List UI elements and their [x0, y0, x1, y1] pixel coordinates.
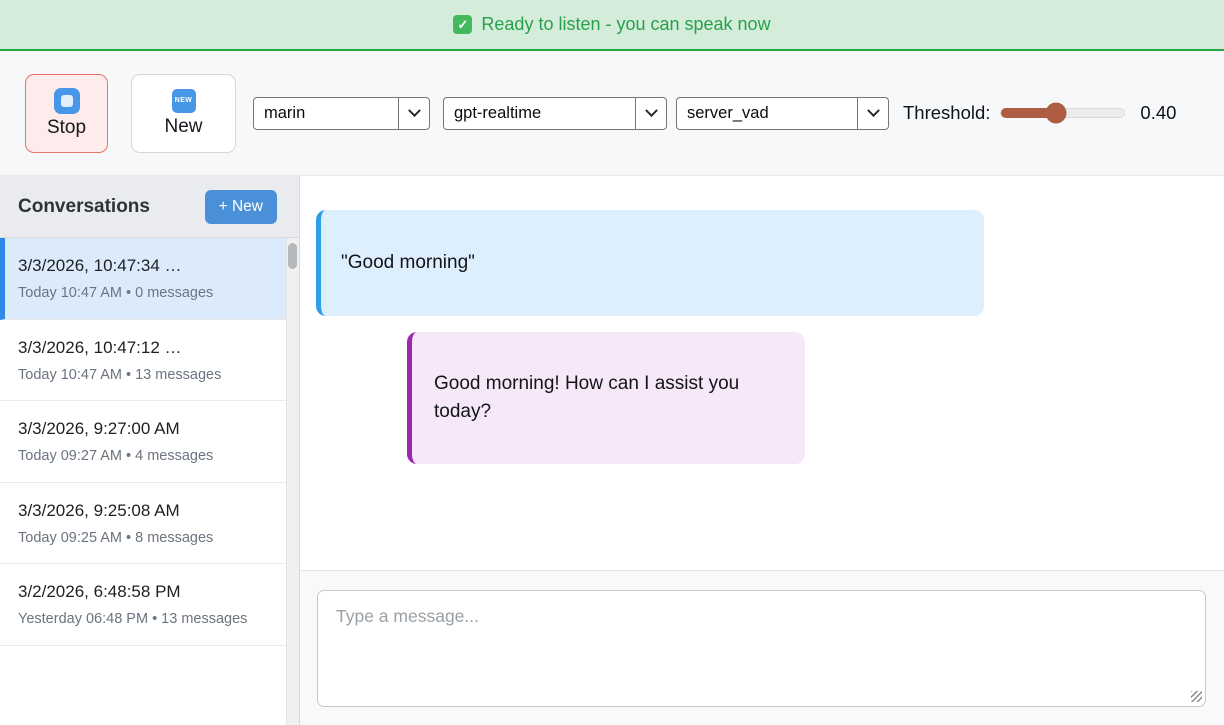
conversation-subtitle: Today 10:47 AM • 0 messages: [18, 283, 272, 305]
sidebar-header: Conversations + New: [0, 176, 299, 238]
conversation-item[interactable]: 3/3/2026, 10:47:34 … Today 10:47 AM • 0 …: [0, 238, 286, 320]
chat-panel: "Good morning" Good morning! How can I a…: [300, 176, 1224, 725]
sidebar-title: Conversations: [18, 196, 150, 218]
conversation-subtitle: Today 09:27 AM • 4 messages: [18, 446, 272, 468]
conversation-title: 3/3/2026, 10:47:12 …: [18, 336, 272, 360]
app-window: ✓ Ready to listen - you can speak now St…: [0, 0, 1224, 725]
conversation-title: 3/3/2026, 9:25:08 AM: [18, 499, 272, 523]
chat-message: "Good morning": [316, 210, 984, 316]
conversation-subtitle: Yesterday 06:48 PM • 13 messages: [18, 609, 272, 631]
conversation-title: 3/3/2026, 10:47:34 …: [18, 254, 272, 278]
chat-message: Good morning! How can I assist you today…: [407, 332, 805, 464]
threshold-label: Threshold:: [903, 102, 990, 124]
status-text: Ready to listen - you can speak now: [481, 14, 770, 35]
new-conversation-button[interactable]: + New: [205, 190, 277, 224]
status-banner: ✓ Ready to listen - you can speak now: [0, 0, 1224, 51]
threshold-value: 0.40: [1140, 102, 1176, 124]
content: Conversations + New 3/3/2026, 10:47:34 ……: [0, 176, 1224, 725]
chevron-down-icon: [398, 98, 429, 129]
voice-select-value: marin: [254, 98, 398, 129]
stop-button-label: Stop: [47, 117, 86, 139]
new-icon: NEW: [172, 89, 196, 113]
sidebar-scrollbar-thumb[interactable]: [288, 243, 297, 269]
chat-message-text: "Good morning": [341, 252, 475, 273]
sidebar-scrollbar[interactable]: [286, 238, 299, 725]
message-input-area: [300, 570, 1224, 725]
new-button-label: New: [164, 116, 202, 138]
message-list: "Good morning" Good morning! How can I a…: [300, 176, 1224, 570]
chat-message-text: Good morning! How can I assist you today…: [434, 373, 739, 422]
stop-icon: [54, 88, 80, 114]
conversation-item[interactable]: 3/3/2026, 9:25:08 AM Today 09:25 AM • 8 …: [0, 483, 286, 565]
vad-mode-select-value: server_vad: [677, 98, 857, 129]
conversation-item[interactable]: 3/3/2026, 9:27:00 AM Today 09:27 AM • 4 …: [0, 401, 286, 483]
stop-button[interactable]: Stop: [25, 74, 108, 153]
threshold-slider-thumb[interactable]: [1045, 103, 1066, 124]
message-input[interactable]: [317, 590, 1206, 707]
chevron-down-icon: [635, 98, 666, 129]
conversation-list: 3/3/2026, 10:47:34 … Today 10:47 AM • 0 …: [0, 238, 286, 646]
chevron-down-icon: [857, 98, 888, 129]
conversation-title: 3/2/2026, 6:48:58 PM: [18, 580, 272, 604]
new-session-button[interactable]: NEW New: [131, 74, 236, 153]
vad-mode-select[interactable]: server_vad: [676, 97, 889, 130]
model-select-value: gpt-realtime: [444, 98, 635, 129]
conversation-item[interactable]: 3/2/2026, 6:48:58 PM Yesterday 06:48 PM …: [0, 564, 286, 646]
threshold-slider[interactable]: [1000, 108, 1125, 118]
conversation-item[interactable]: 3/3/2026, 10:47:12 … Today 10:47 AM • 13…: [0, 320, 286, 402]
conversation-subtitle: Today 10:47 AM • 13 messages: [18, 365, 272, 387]
conversation-list-wrap: 3/3/2026, 10:47:34 … Today 10:47 AM • 0 …: [0, 238, 299, 725]
check-icon: ✓: [453, 15, 472, 34]
conversation-title: 3/3/2026, 9:27:00 AM: [18, 417, 272, 441]
model-select[interactable]: gpt-realtime: [443, 97, 667, 130]
toolbar: Stop NEW New marin gpt-realtime server_v…: [0, 51, 1224, 176]
resize-handle-icon[interactable]: [1191, 691, 1202, 702]
conversation-subtitle: Today 09:25 AM • 8 messages: [18, 528, 272, 550]
voice-select[interactable]: marin: [253, 97, 430, 130]
conversations-sidebar: Conversations + New 3/3/2026, 10:47:34 ……: [0, 176, 300, 725]
